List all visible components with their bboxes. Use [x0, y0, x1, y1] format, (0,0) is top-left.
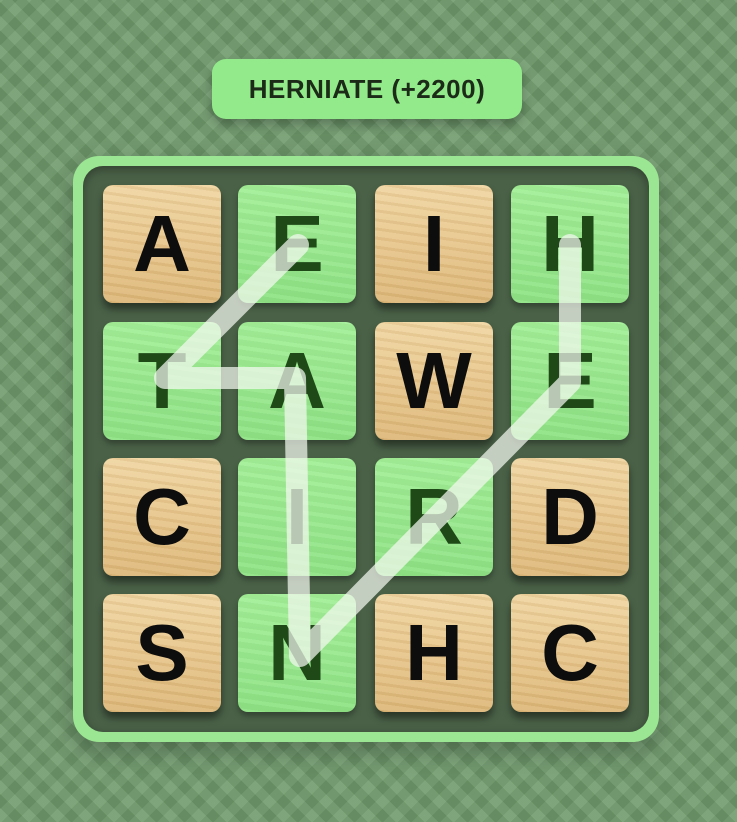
tile-r4-c1[interactable]: S	[103, 594, 221, 712]
tile-r1-c3[interactable]: I	[375, 185, 493, 303]
tile-r4-c3[interactable]: H	[375, 594, 493, 712]
tile-r4-c2[interactable]: N	[238, 594, 356, 712]
tile-r3-c2[interactable]: I	[238, 458, 356, 576]
tile-r2-c3[interactable]: W	[375, 322, 493, 440]
tile-r2-c4[interactable]: E	[511, 322, 629, 440]
tile-r4-c4[interactable]: C	[511, 594, 629, 712]
tile-r3-c4[interactable]: D	[511, 458, 629, 576]
found-word-banner: HERNIATE (+2200)	[212, 59, 522, 119]
tile-r1-c4[interactable]: H	[511, 185, 629, 303]
tile-r2-c1[interactable]: T	[103, 322, 221, 440]
tile-r1-c1[interactable]: A	[103, 185, 221, 303]
tile-r1-c2[interactable]: E	[238, 185, 356, 303]
tile-r2-c2[interactable]: A	[238, 322, 356, 440]
tile-r3-c3[interactable]: R	[375, 458, 493, 576]
tile-r3-c1[interactable]: C	[103, 458, 221, 576]
